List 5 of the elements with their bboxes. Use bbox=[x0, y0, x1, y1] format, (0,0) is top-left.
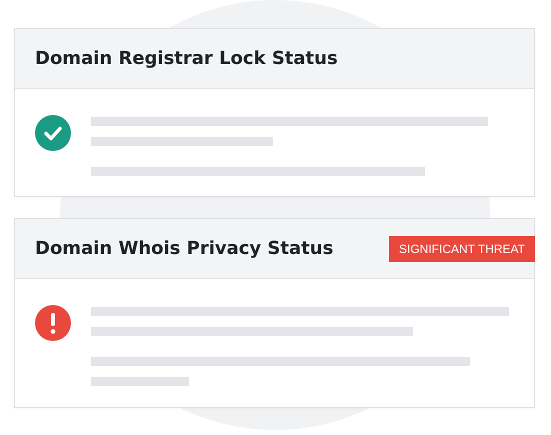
card-title: Domain Whois Privacy Status bbox=[35, 238, 334, 259]
alert-icon bbox=[35, 305, 71, 341]
card-title: Domain Registrar Lock Status bbox=[35, 48, 338, 69]
threat-badge: SIGNIFICANT THREAT bbox=[388, 236, 535, 262]
check-icon bbox=[35, 115, 71, 151]
